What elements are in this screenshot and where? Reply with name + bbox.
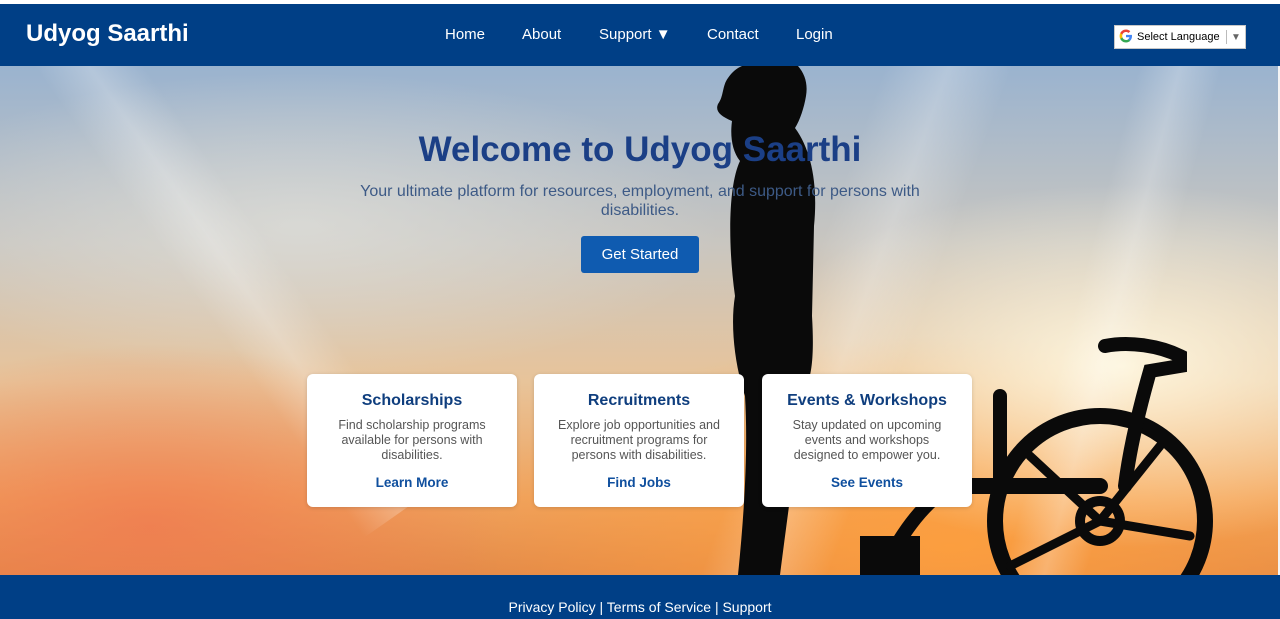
card-description: Explore job opportunities and recruitmen… [558, 418, 720, 462]
card-title: Events & Workshops [787, 392, 947, 409]
nav-contact-link[interactable]: Contact [707, 26, 759, 43]
learn-more-link[interactable]: Learn More [307, 475, 517, 490]
privacy-policy-link[interactable]: Privacy Policy [508, 599, 595, 615]
nav-home-link[interactable]: Home [445, 26, 485, 43]
terms-of-service-link[interactable]: Terms of Service [607, 599, 711, 615]
brand-logo[interactable]: Udyog Saarthi [26, 20, 189, 48]
language-select[interactable]: Select Language ▼ [1114, 25, 1246, 49]
hero-title: Welcome to Udyog Saarthi [418, 130, 862, 169]
footer-separator: | [599, 599, 604, 615]
card-title: Recruitments [587, 392, 691, 409]
language-select-divider [1226, 30, 1227, 44]
hero-section: Welcome to Udyog Saarthi Your ultimate p… [0, 66, 1280, 575]
see-events-link[interactable]: See Events [762, 475, 972, 490]
footer-separator: | [714, 599, 719, 615]
site-footer: Privacy Policy | Terms of Service | Supp… [0, 575, 1280, 619]
nav-support-dropdown[interactable]: Support ▼ [599, 26, 671, 43]
chevron-down-icon: ▼ [1231, 31, 1241, 43]
card-recruitments: Recruitments Explore job opportunities a… [534, 374, 744, 507]
footer-links: Privacy Policy | Terms of Service | Supp… [0, 599, 1280, 615]
support-link[interactable]: Support [722, 599, 771, 615]
card-scholarships: Scholarships Find scholarship programs a… [307, 374, 517, 507]
nav-login-link[interactable]: Login [796, 26, 833, 43]
nav-about-link[interactable]: About [522, 26, 561, 43]
card-description: Stay updated on upcoming events and work… [792, 418, 942, 462]
site-header: Udyog Saarthi Home About Support ▼ Conta… [0, 4, 1280, 66]
card-title: Scholarships [361, 392, 463, 409]
get-started-button[interactable]: Get Started [581, 236, 699, 273]
card-description: Find scholarship programs available for … [338, 418, 486, 462]
google-translate-icon [1115, 29, 1137, 46]
card-events-workshops: Events & Workshops Stay updated on upcom… [762, 374, 972, 507]
hero-subtitle: Your ultimate platform for resources, em… [360, 183, 920, 219]
find-jobs-link[interactable]: Find Jobs [534, 475, 744, 490]
language-select-label: Select Language [1137, 31, 1220, 43]
